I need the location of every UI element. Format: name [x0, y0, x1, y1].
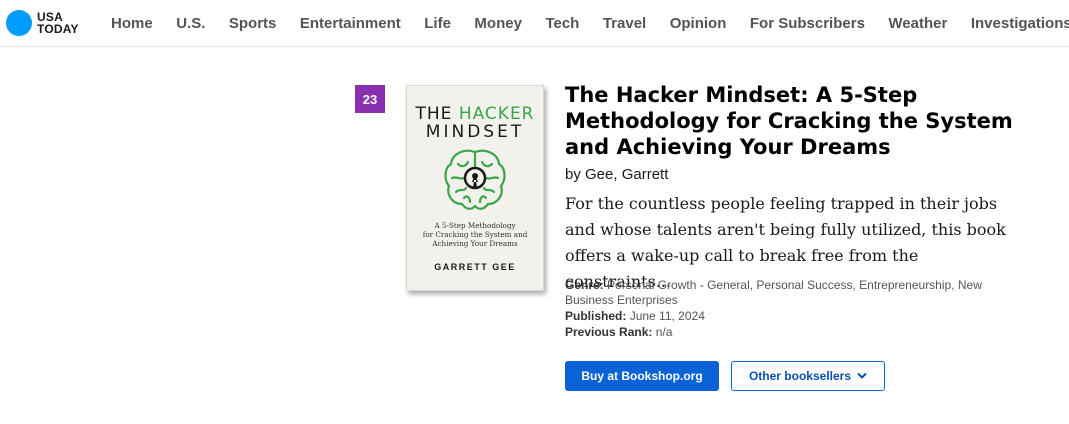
book-author: by Gee, Garrett [565, 166, 669, 183]
previous-rank-label: Previous Rank: [565, 325, 653, 339]
buy-button-label: Buy at Bookshop.org [581, 369, 703, 383]
nav-item-for-subscribers[interactable]: For Subscribers [750, 15, 865, 32]
published-row: Published: June 11, 2024 [565, 309, 1005, 324]
genre-label: Genre: [565, 278, 604, 292]
logo-dot-icon [6, 10, 32, 36]
nav-item-entertainment[interactable]: Entertainment [300, 15, 401, 32]
nav-item-money[interactable]: Money [474, 15, 522, 32]
previous-rank-row: Previous Rank: n/a [565, 325, 1005, 340]
logo-line-2: TODAY [37, 22, 79, 36]
nav-item-us[interactable]: U.S. [176, 15, 205, 32]
cover-title-the: THE [415, 104, 459, 124]
nav-item-weather[interactable]: Weather [888, 15, 947, 32]
logo-text: USA TODAY [37, 11, 97, 35]
published-label: Published: [565, 309, 627, 323]
nav-item-opinion[interactable]: Opinion [670, 15, 727, 32]
rank-badge: 23 [355, 85, 385, 113]
genre-row: Genre: Personal Growth - General, Person… [565, 278, 1005, 308]
other-booksellers-button[interactable]: Other booksellers [731, 361, 885, 391]
genre-value: Personal Growth - General, Personal Succ… [565, 278, 982, 307]
brain-keyhole-icon [444, 149, 506, 210]
chevron-down-icon [857, 373, 867, 379]
book-metadata: Genre: Personal Growth - General, Person… [565, 278, 1005, 341]
book-cover-image[interactable]: THE HACKER MINDSET A 5-Step Methodology … [406, 85, 544, 291]
cover-title-line-1: THE HACKER [407, 104, 543, 124]
cover-title-hacker: HACKER [458, 104, 535, 124]
top-navigation-bar: USA TODAY Home U.S. Sports Entertainment… [0, 0, 1069, 47]
published-value: June 11, 2024 [629, 309, 705, 323]
cover-subtitle-line-3: Achieving Your Dreams [432, 239, 518, 248]
other-button-label: Other booksellers [748, 369, 852, 383]
nav-item-sports[interactable]: Sports [229, 15, 277, 32]
cover-subtitle-line-1: A 5-Step Methodology [434, 221, 516, 230]
cover-author: GARRETT GEE [434, 262, 516, 272]
cover-subtitle-line-2: for Cracking the System and [422, 230, 528, 239]
nav-item-travel[interactable]: Travel [603, 15, 646, 32]
cover-subtitle: A 5-Step Methodology for Cracking the Sy… [417, 221, 533, 248]
book-title: The Hacker Mindset: A 5-Step Methodology… [565, 83, 1013, 159]
nav-item-life[interactable]: Life [424, 15, 451, 32]
nav-item-investigations[interactable]: Investigations [971, 15, 1069, 32]
previous-rank-value: n/a [655, 325, 673, 339]
nav-menu: Home U.S. Sports Entertainment Life Mone… [111, 0, 1069, 46]
nav-item-home[interactable]: Home [111, 15, 153, 32]
cover-title-line-2: MINDSET [425, 122, 525, 142]
nav-item-tech[interactable]: Tech [545, 15, 579, 32]
buy-at-bookshop-button[interactable]: Buy at Bookshop.org [565, 361, 719, 391]
